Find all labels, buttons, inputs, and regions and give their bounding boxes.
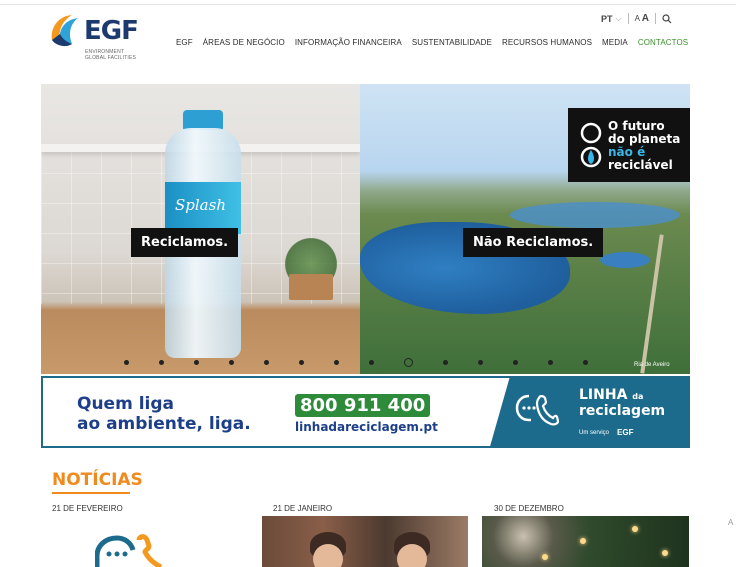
chevron-down-icon[interactable]: ⌵ <box>616 14 622 24</box>
reciclamos-label: Reciclamos. <box>131 228 239 257</box>
brand-linha: LINHA <box>579 387 628 403</box>
bottle-cap <box>183 110 223 130</box>
slider-dot[interactable] <box>369 360 374 365</box>
nav-item-recursos-humanos[interactable]: RECURSOS HUMANOS <box>502 38 592 47</box>
slider-dot[interactable] <box>443 360 448 365</box>
plant-pot <box>289 274 333 300</box>
linha-reciclagem-brand: LINHA da reciclagem <box>579 388 665 419</box>
future-planet-badge: O futuro do planeta não é reciclável <box>568 108 690 182</box>
egf-logo-mark-icon <box>51 15 78 47</box>
phone-number[interactable]: 800 911 400 <box>295 394 431 417</box>
slider-dot[interactable] <box>478 360 483 365</box>
lagoon-water <box>600 252 650 268</box>
banner-slogan: Quem liga ao ambiente, liga. <box>77 394 251 434</box>
banner-slogan-line-1: Quem liga <box>77 394 175 414</box>
slider-dot[interactable] <box>194 360 199 365</box>
future-planet-text: O futuro do planeta não é reciclável <box>608 120 680 172</box>
logo-tagline: ENVIRONMENT GLOBAL FACILITIES <box>85 49 145 61</box>
nav-item-media[interactable]: MEDIA <box>602 38 628 47</box>
phone-chat-icon <box>515 394 559 426</box>
brand-reciclagem: reciclagem <box>579 403 666 419</box>
slider-dot[interactable] <box>124 360 129 365</box>
tree-light <box>580 538 586 544</box>
search-icon[interactable] <box>662 13 672 24</box>
future-line-4: reciclável <box>608 158 673 172</box>
news-date: 21 DE JANEIRO <box>273 504 333 513</box>
slider-dot[interactable] <box>264 360 269 365</box>
bottle-brand: Splash <box>175 196 226 214</box>
person-face <box>397 544 427 567</box>
font-small-label: A <box>634 14 640 23</box>
nav-item-areas-de-negocio[interactable]: ÁREAS DE NEGÓCIO <box>203 38 285 47</box>
utility-divider <box>627 13 629 24</box>
banner-slogan-line-2: ao ambiente, liga. <box>77 414 251 434</box>
news-section-title: NOTÍCIAS <box>52 470 143 490</box>
photo-credit: Ria de Aveiro <box>634 362 670 368</box>
news-title-underline <box>52 492 130 494</box>
nav-item-informacao-financeira[interactable]: INFORMAÇÃO FINANCEIRA <box>295 38 402 47</box>
hourglass-recycle-icon <box>580 122 602 168</box>
recycling-line-banner[interactable]: Quem liga ao ambiente, liga. 800 911 400… <box>41 376 690 448</box>
service-brand: EGF <box>617 428 634 437</box>
utility-bar: PT ⌵ A A <box>601 13 672 24</box>
tree-light <box>632 526 638 532</box>
utility-divider <box>655 13 656 24</box>
logo-tagline-line-2: GLOBAL FACILITIES <box>85 55 137 61</box>
nao-reciclamos-label: Não Reciclamos. <box>463 228 604 257</box>
edge-partial-text: A <box>728 518 734 527</box>
service-attribution: Um serviço EGF <box>579 428 633 437</box>
news-date: 21 DE FEVEREIRO <box>52 504 123 513</box>
logo-wordmark: EGF <box>84 16 139 46</box>
tree-light <box>662 550 668 556</box>
top-divider <box>0 4 736 5</box>
slider-dot[interactable] <box>513 360 518 365</box>
font-size-toggle[interactable]: A A <box>635 13 649 24</box>
nav-item-sustentabilidade[interactable]: SUSTENTABILIDADE <box>412 38 492 47</box>
font-large-label: A <box>641 13 649 24</box>
person-face <box>313 544 343 567</box>
news-image-christmas-tree[interactable] <box>482 516 689 567</box>
lagoon-water <box>510 202 680 228</box>
slider-pagination <box>124 358 618 367</box>
slider-dot[interactable] <box>583 360 588 365</box>
brand-da: da <box>632 392 644 401</box>
bottle-label: Splash <box>165 182 241 234</box>
language-selector[interactable]: PT <box>601 14 613 24</box>
recycling-line-logo-icon[interactable] <box>95 534 175 567</box>
main-nav: EGF ÁREAS DE NEGÓCIO INFORMAÇÃO FINANCEI… <box>176 38 688 47</box>
egf-logo[interactable]: EGF ENVIRONMENT GLOBAL FACILITIES <box>48 12 148 66</box>
slider-dot[interactable] <box>159 360 164 365</box>
slider-dot[interactable] <box>404 358 413 367</box>
nav-item-egf[interactable]: EGF <box>176 38 193 47</box>
tree-light <box>542 554 548 560</box>
news-date: 30 DE DEZEMBRO <box>494 504 564 513</box>
banner-url-link[interactable]: linhadareciclagem.pt <box>295 420 438 434</box>
slider-dot[interactable] <box>548 360 553 365</box>
nav-item-contactos[interactable]: CONTACTOS <box>638 38 688 47</box>
service-label: Um serviço <box>579 429 610 436</box>
slider-dot[interactable] <box>334 360 339 365</box>
slider-dot[interactable] <box>299 360 304 365</box>
hero-slider[interactable]: Splash Reciclamos. Não Reciclamos. O fut… <box>41 84 690 374</box>
slider-dot[interactable] <box>229 360 234 365</box>
news-image-people[interactable] <box>262 516 468 567</box>
